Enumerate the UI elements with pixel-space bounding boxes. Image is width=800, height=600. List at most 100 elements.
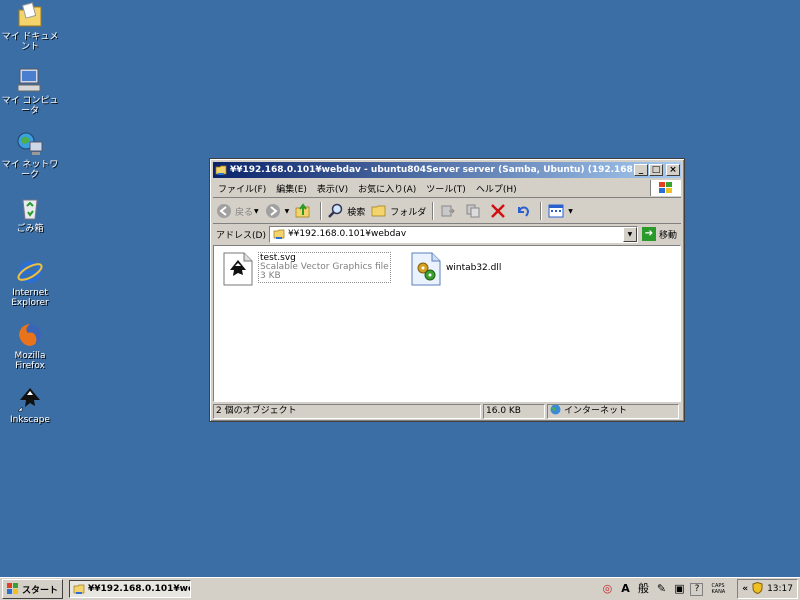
delete-button[interactable] (487, 201, 512, 221)
minimize-button[interactable]: _ (634, 164, 648, 176)
close-button[interactable]: × (666, 164, 680, 176)
help-icon[interactable]: ? (690, 582, 704, 596)
file-text: test.svg Scalable Vector Graphics file 3… (258, 252, 391, 283)
tray-expand-icon[interactable]: « (742, 584, 748, 594)
start-label: スタート (22, 585, 59, 596)
address-label: アドレス(D) (216, 230, 266, 241)
chevron-down-icon[interactable]: ▼ (254, 208, 259, 215)
address-input[interactable] (287, 229, 623, 239)
forward-button[interactable]: ▼ (262, 201, 293, 221)
search-icon (328, 203, 344, 219)
file-size: 3 KB (260, 271, 281, 281)
input-mode-a-icon[interactable]: A (618, 582, 632, 596)
desktop-icon-label: Internet (12, 288, 48, 298)
system-tray: « 13:17 (737, 579, 798, 599)
file-list-pane[interactable]: test.svg Scalable Vector Graphics file 3… (213, 245, 681, 402)
go-arrow-icon: ➔ (641, 227, 656, 241)
my-documents-icon (16, 2, 44, 30)
up-folder-button[interactable] (292, 201, 317, 221)
security-shield-icon[interactable] (752, 581, 763, 597)
inkscape-icon (16, 385, 44, 413)
chevron-down-icon[interactable]: ▼ (285, 208, 290, 215)
language-bar: ◎ A 般 ✎ ▣ ? CAPS KANA (598, 580, 731, 598)
inkscape-svg-file-icon (222, 252, 254, 286)
search-button[interactable]: 検索 (325, 201, 368, 221)
back-label: 戻る (235, 207, 254, 218)
window-title: ¥¥192.168.0.101¥webdav - ubuntu804Server… (230, 165, 634, 175)
network-folder-icon (73, 583, 85, 595)
menu-help[interactable]: ヘルプ(H) (471, 182, 522, 195)
folders-button[interactable]: フォルダ (368, 201, 429, 221)
desktop-icon-label: Inkscape (10, 415, 50, 425)
standard-toolbar: 戻る ▼ ▼ 検索 フォルダ ▼ (213, 199, 681, 224)
address-bar: アドレス(D) ▼ ➔ 移動 (213, 225, 681, 243)
desktop-icon-recycle-bin[interactable]: ごみ箱 (0, 194, 60, 234)
toolbar-separator (320, 202, 323, 220)
windows-logo-icon (7, 583, 19, 595)
desktop-icon-label: Firefox (15, 361, 45, 371)
ime-icon[interactable]: ◎ (600, 582, 614, 596)
views-button[interactable]: ▼ (545, 201, 576, 221)
status-zone-label: インターネット (564, 406, 628, 416)
status-object-count: 2 個のオブジェクト (213, 404, 481, 419)
toolbar-separator (540, 202, 543, 220)
windows-logo-icon (650, 180, 681, 196)
menu-view[interactable]: 表示(V) (312, 182, 353, 195)
desktop-icon-my-network[interactable]: マイ ネットワーク (0, 130, 60, 180)
go-button[interactable]: ➔ 移動 (638, 227, 681, 241)
search-label: 検索 (347, 207, 366, 218)
undo-button[interactable] (512, 201, 537, 221)
menu-bar: ファイル(F) 編集(E) 表示(V) お気に入り(A) ツール(T) ヘルプ(… (213, 179, 681, 198)
window-titlebar[interactable]: ¥¥192.168.0.101¥webdav - ubuntu804Server… (213, 162, 681, 178)
move-to-icon (440, 203, 456, 219)
toolbar-separator (432, 202, 435, 220)
forward-arrow-icon (265, 203, 281, 219)
menu-file[interactable]: ファイル(F) (213, 182, 271, 195)
maximize-button[interactable]: □ (649, 164, 663, 176)
taskbar-window-label: ¥¥192.168.0.101¥web... (88, 584, 190, 594)
file-item-wintab32-dll[interactable]: wintab32.dll (410, 252, 501, 286)
desktop-icon-internet-explorer[interactable]: Internet Explorer (0, 258, 60, 308)
my-computer-icon (16, 66, 44, 94)
explorer-window[interactable]: ¥¥192.168.0.101¥webdav - ubuntu804Server… (209, 158, 685, 422)
desktop-icon-label: マイ ネットワーク (1, 160, 59, 180)
network-folder-icon (215, 164, 227, 176)
address-field[interactable]: ▼ (268, 225, 638, 243)
status-bar: 2 個のオブジェクト 16.0 KB インターネット (213, 404, 681, 419)
my-network-icon (16, 130, 44, 158)
delete-x-icon (490, 203, 506, 219)
file-name: wintab32.dll (446, 263, 502, 273)
address-dropdown-button[interactable]: ▼ (622, 226, 637, 242)
menu-tools[interactable]: ツール(T) (421, 182, 471, 195)
menu-favorites[interactable]: お気に入り(A) (353, 182, 421, 195)
clock[interactable]: 13:17 (767, 584, 793, 594)
desktop-icon-label: Mozilla (14, 351, 46, 361)
folders-icon (371, 203, 387, 219)
ime-dictionary-icon[interactable]: ▣ (672, 582, 686, 596)
desktop-icon-firefox[interactable]: Mozilla Firefox (0, 321, 60, 371)
go-label: 移動 (658, 230, 677, 241)
folders-label: フォルダ (390, 207, 427, 218)
menu-edit[interactable]: 編集(E) (271, 182, 312, 195)
copy-to-button[interactable] (462, 201, 487, 221)
caps-kana-indicator: CAPS KANA (711, 583, 725, 595)
back-arrow-icon (216, 203, 232, 219)
taskbar-window-button[interactable]: ¥¥192.168.0.101¥web... (69, 580, 192, 598)
move-to-button[interactable] (437, 201, 462, 221)
views-icon (548, 203, 564, 219)
desktop-icon-my-documents[interactable]: マイ ドキュメント (0, 2, 60, 52)
dll-file-icon (410, 252, 442, 286)
up-folder-icon (295, 203, 311, 219)
desktop-icon-label: マイ コンピュータ (1, 96, 59, 116)
ime-mode-label[interactable]: 般 (636, 582, 650, 596)
desktop-icon-inkscape[interactable]: Inkscape (0, 385, 60, 425)
back-button[interactable]: 戻る ▼ (213, 201, 262, 221)
chevron-down-icon[interactable]: ▼ (568, 208, 573, 215)
start-button[interactable]: スタート (2, 579, 64, 599)
globe-icon (550, 405, 561, 418)
desktop-icon-my-computer[interactable]: マイ コンピュータ (0, 66, 60, 116)
desktop-icon-label: ごみ箱 (16, 224, 44, 234)
ime-pad-icon[interactable]: ✎ (654, 582, 668, 596)
file-item-test-svg[interactable]: test.svg Scalable Vector Graphics file 3… (222, 252, 391, 286)
kana-label: KANA (711, 589, 726, 595)
